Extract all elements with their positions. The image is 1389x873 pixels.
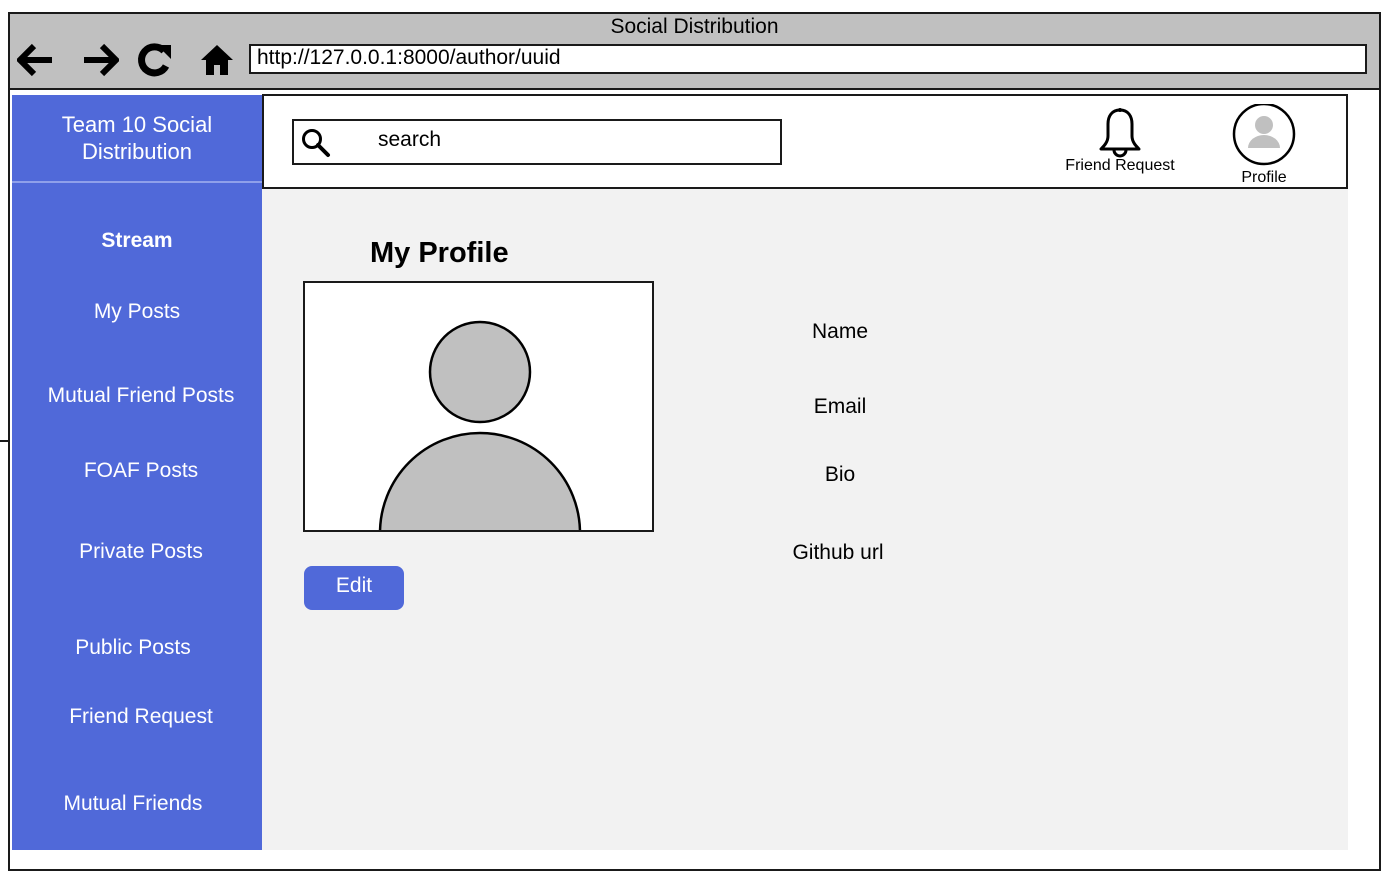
profile-field-name: Name: [811, 320, 869, 343]
sidebar: Team 10 Social Distribution Stream My Po…: [12, 95, 262, 850]
profile-field-github: Github url: [792, 541, 884, 564]
window-title: Social Distribution: [610, 15, 779, 38]
brand-label: Team 10 Social Distribution: [61, 112, 213, 164]
avatar-icon: [1232, 102, 1296, 166]
sidebar-item-friend-request[interactable]: Friend Request: [16, 705, 266, 729]
reload-icon[interactable]: [134, 40, 174, 80]
edge-marker: [0, 440, 8, 442]
friend-request-button[interactable]: Friend Request: [1060, 106, 1180, 175]
sidebar-item-foaf-posts[interactable]: FOAF Posts: [16, 459, 266, 483]
sidebar-item-mutual-friends[interactable]: Mutual Friends: [8, 792, 258, 816]
profile-field-email: Email: [813, 395, 867, 418]
sidebar-item-my-posts[interactable]: My Posts: [12, 300, 262, 324]
edit-button[interactable]: Edit: [304, 566, 404, 610]
sidebar-item-public-posts[interactable]: Public Posts: [8, 636, 258, 660]
search-icon: [302, 129, 330, 157]
top-bar: Friend Request Profile: [262, 94, 1348, 189]
home-icon[interactable]: [197, 40, 237, 80]
page-title: My Profile: [370, 237, 509, 269]
browser-titlebar: Social Distribution http://127.0.0.1:800…: [10, 14, 1379, 90]
sidebar-brand: Team 10 Social Distribution: [12, 95, 262, 183]
main-content: My Profile Name Email Bio Github url Edi…: [262, 189, 1348, 850]
address-bar[interactable]: http://127.0.0.1:8000/author/uuid: [249, 44, 1367, 74]
profile-field-bio: Bio: [824, 463, 856, 486]
friend-request-label: Friend Request: [1065, 157, 1175, 174]
search-input[interactable]: [378, 125, 758, 155]
bell-icon: [1099, 108, 1141, 158]
profile-picture: [303, 281, 654, 532]
sidebar-item-private-posts[interactable]: Private Posts: [16, 540, 266, 564]
sidebar-item-stream[interactable]: Stream: [12, 229, 262, 253]
user-silhouette-icon: [378, 320, 582, 530]
profile-label: Profile: [1241, 169, 1287, 186]
forward-arrow-icon[interactable]: [80, 40, 120, 80]
profile-button[interactable]: Profile: [1224, 102, 1304, 187]
back-arrow-icon[interactable]: [16, 40, 56, 80]
search-box[interactable]: [292, 119, 782, 165]
sidebar-item-mutual-friend-posts[interactable]: Mutual Friend Posts: [16, 384, 266, 408]
